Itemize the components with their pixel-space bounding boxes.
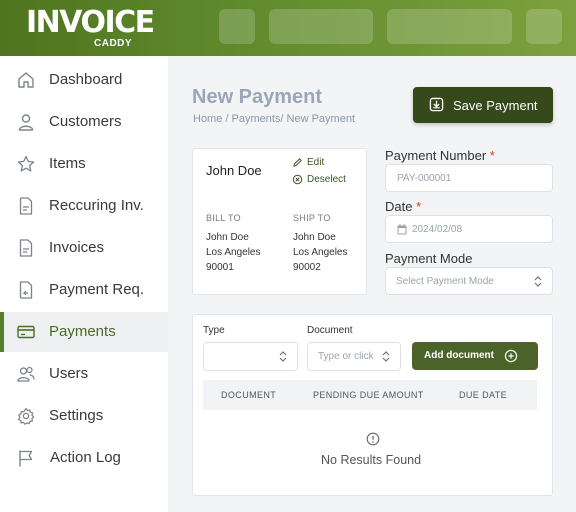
info-icon	[366, 432, 380, 446]
credit-card-icon	[17, 325, 35, 339]
plus-circle-icon	[504, 349, 518, 363]
add-document-label: Add document	[424, 350, 494, 361]
sidebar-item-label: Settings	[49, 407, 104, 424]
flag-icon	[19, 450, 33, 467]
column-header: DOCUMENT	[221, 390, 277, 400]
sidebar-item-label: Customers	[49, 113, 122, 130]
logo-subtitle: CADDY	[94, 38, 133, 49]
customer-card: John Doe Edit Deselect BILL TO John Doe …	[192, 148, 367, 295]
save-payment-label: Save Payment	[453, 98, 538, 113]
type-select[interactable]	[203, 342, 298, 371]
date-input[interactable]: 2024/02/08	[385, 215, 553, 243]
bill-to-heading: BILL TO	[206, 213, 241, 223]
sidebar-item-action-log[interactable]: Action Log	[0, 438, 168, 478]
user-icon	[18, 114, 34, 131]
documents-table-header: DOCUMENT PENDING DUE AMOUNT DUE DATE	[203, 380, 537, 410]
document-placeholder: Type or click	[318, 351, 374, 362]
gear-icon	[18, 407, 35, 425]
ship-to-heading: SHIP TO	[293, 213, 331, 223]
document-select[interactable]: Type or click	[307, 342, 401, 371]
payment-mode-placeholder: Select Payment Mode	[396, 276, 494, 287]
ship-to-line: Los Angeles	[293, 247, 348, 258]
add-document-button[interactable]: Add document	[412, 342, 538, 370]
ship-to-line: 90002	[293, 262, 321, 273]
payment-mode-select[interactable]: Select Payment Mode	[385, 267, 553, 295]
type-label: Type	[203, 325, 225, 336]
payment-number-placeholder: PAY-000001	[397, 173, 452, 184]
select-arrows-icon	[279, 351, 287, 362]
payment-number-input[interactable]: PAY-000001	[385, 164, 553, 192]
breadcrumb[interactable]: Home / Payments/ New Payment	[193, 113, 355, 125]
payment-number-label-text: Payment Number	[385, 148, 487, 163]
required-mark: *	[489, 148, 495, 163]
calendar-icon	[397, 224, 407, 235]
select-arrows-icon	[534, 276, 542, 287]
close-circle-icon	[292, 174, 303, 185]
top-bar: INVOICE CADDY	[0, 0, 576, 56]
select-arrows-icon	[382, 351, 390, 362]
edit-label: Edit	[307, 157, 325, 168]
topbar-placeholder-4	[526, 9, 562, 44]
sidebar-item-payment-requests[interactable]: Payment Req.	[0, 270, 168, 310]
sidebar-item-label: Items	[49, 155, 86, 172]
logo-wordmark: INVOICE	[26, 5, 155, 40]
page-title: New Payment	[192, 86, 323, 108]
app-logo[interactable]: INVOICE CADDY	[26, 6, 155, 50]
ship-to-line: John Doe	[293, 232, 336, 243]
topbar-placeholder-3	[387, 9, 512, 44]
save-payment-button[interactable]: Save Payment	[413, 87, 553, 123]
star-icon	[17, 155, 35, 172]
deselect-label: Deselect	[307, 174, 346, 185]
home-icon	[18, 72, 34, 88]
column-header: DUE DATE	[459, 390, 508, 400]
payment-number-label: Payment Number *	[385, 148, 495, 163]
sidebar-item-label: Users	[49, 365, 89, 382]
date-value: 2024/02/08	[412, 224, 463, 235]
customer-name: John Doe	[206, 163, 262, 178]
sidebar-item-items[interactable]: Items	[0, 144, 168, 184]
bill-to-line: Los Angeles	[206, 247, 261, 258]
sidebar-item-settings[interactable]: Settings	[0, 396, 168, 436]
sidebar-item-label: Payment Req.	[49, 281, 145, 298]
topbar-placeholder-2	[269, 9, 373, 44]
bill-to-line: John Doe	[206, 232, 249, 243]
date-label: Date *	[385, 199, 421, 214]
date-label-text: Date	[385, 199, 413, 214]
sidebar-item-invoices[interactable]: Invoices	[0, 228, 168, 268]
sidebar: Dashboard Customers Items Reccuring Inv.…	[0, 56, 168, 512]
download-tray-icon	[429, 97, 444, 112]
sidebar-item-label: Reccuring Inv.	[49, 197, 144, 214]
sidebar-item-label: Invoices	[49, 239, 105, 256]
bill-to-line: 90001	[206, 262, 234, 273]
sidebar-item-label: Dashboard	[49, 71, 123, 88]
sidebar-item-dashboard[interactable]: Dashboard	[0, 60, 168, 100]
topbar-placeholder-1	[219, 9, 255, 44]
sidebar-item-customers[interactable]: Customers	[0, 102, 168, 142]
sidebar-item-label: Payments	[49, 323, 116, 340]
sidebar-item-recurring-invoices[interactable]: Reccuring Inv.	[0, 186, 168, 226]
document-label: Document	[307, 325, 353, 336]
pencil-icon	[293, 158, 302, 167]
empty-state-text: No Results Found	[321, 453, 422, 467]
required-mark: *	[416, 199, 422, 214]
sidebar-item-payments[interactable]: Payments	[0, 312, 168, 352]
sidebar-item-label: Action Log	[50, 449, 121, 466]
document-return-icon	[19, 281, 33, 299]
users-icon	[17, 366, 35, 382]
payment-mode-label: Payment Mode	[385, 251, 473, 266]
document-icon	[19, 239, 33, 257]
sidebar-item-users[interactable]: Users	[0, 354, 168, 394]
document-icon	[19, 197, 33, 215]
column-header: PENDING DUE AMOUNT	[313, 390, 424, 400]
